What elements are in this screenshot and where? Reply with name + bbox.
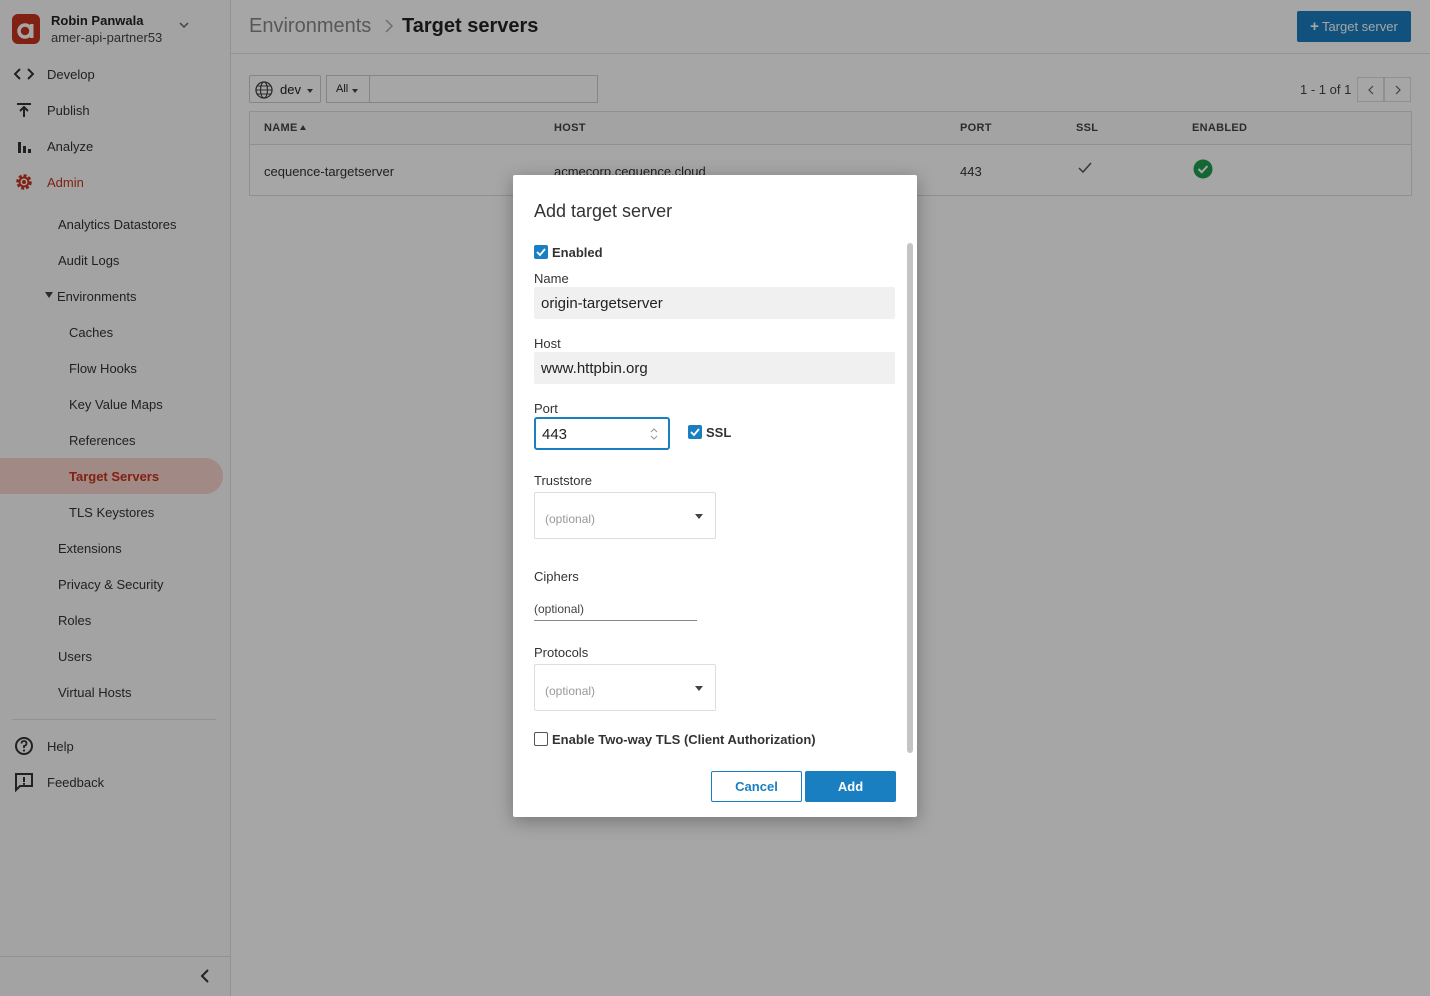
enabled-label: Enabled [552, 245, 603, 260]
dialog-title: Add target server [534, 201, 673, 221]
name-label: Name [534, 271, 569, 286]
two-way-tls-checkbox[interactable] [534, 732, 548, 746]
name-field[interactable] [534, 287, 895, 319]
truststore-label: Truststore [534, 473, 593, 488]
checkmark-icon [690, 428, 700, 437]
caret-down-icon [695, 686, 703, 691]
enabled-checkbox[interactable] [534, 245, 548, 259]
add-target-server-dialog: Add target server Enabled Name Host Port… [513, 175, 917, 817]
port-value: 443 [542, 426, 568, 443]
stepper-arrows-icon[interactable] [649, 427, 659, 441]
ciphers-label: Ciphers [534, 569, 579, 584]
ciphers-placeholder: (optional) [534, 602, 585, 616]
ciphers-field[interactable]: (optional) [534, 599, 697, 621]
add-button[interactable]: Add [805, 771, 896, 802]
dialog-scrollbar[interactable] [907, 243, 913, 753]
caret-down-icon [695, 514, 703, 519]
cancel-button[interactable]: Cancel [711, 771, 802, 802]
protocols-select[interactable]: (optional) [534, 664, 716, 711]
protocols-placeholder: (optional) [545, 684, 596, 698]
host-field[interactable] [534, 352, 895, 384]
truststore-placeholder: (optional) [545, 512, 596, 526]
truststore-select[interactable]: (optional) [534, 492, 716, 539]
ssl-checkbox[interactable] [688, 425, 702, 439]
protocols-label: Protocols [534, 645, 589, 660]
checkmark-icon [536, 248, 546, 257]
port-label: Port [534, 401, 558, 416]
two-way-tls-label: Enable Two-way TLS (Client Authorization… [552, 732, 816, 747]
port-stepper[interactable]: 443 [534, 417, 670, 450]
host-label: Host [534, 336, 561, 351]
ssl-label: SSL [706, 425, 732, 440]
